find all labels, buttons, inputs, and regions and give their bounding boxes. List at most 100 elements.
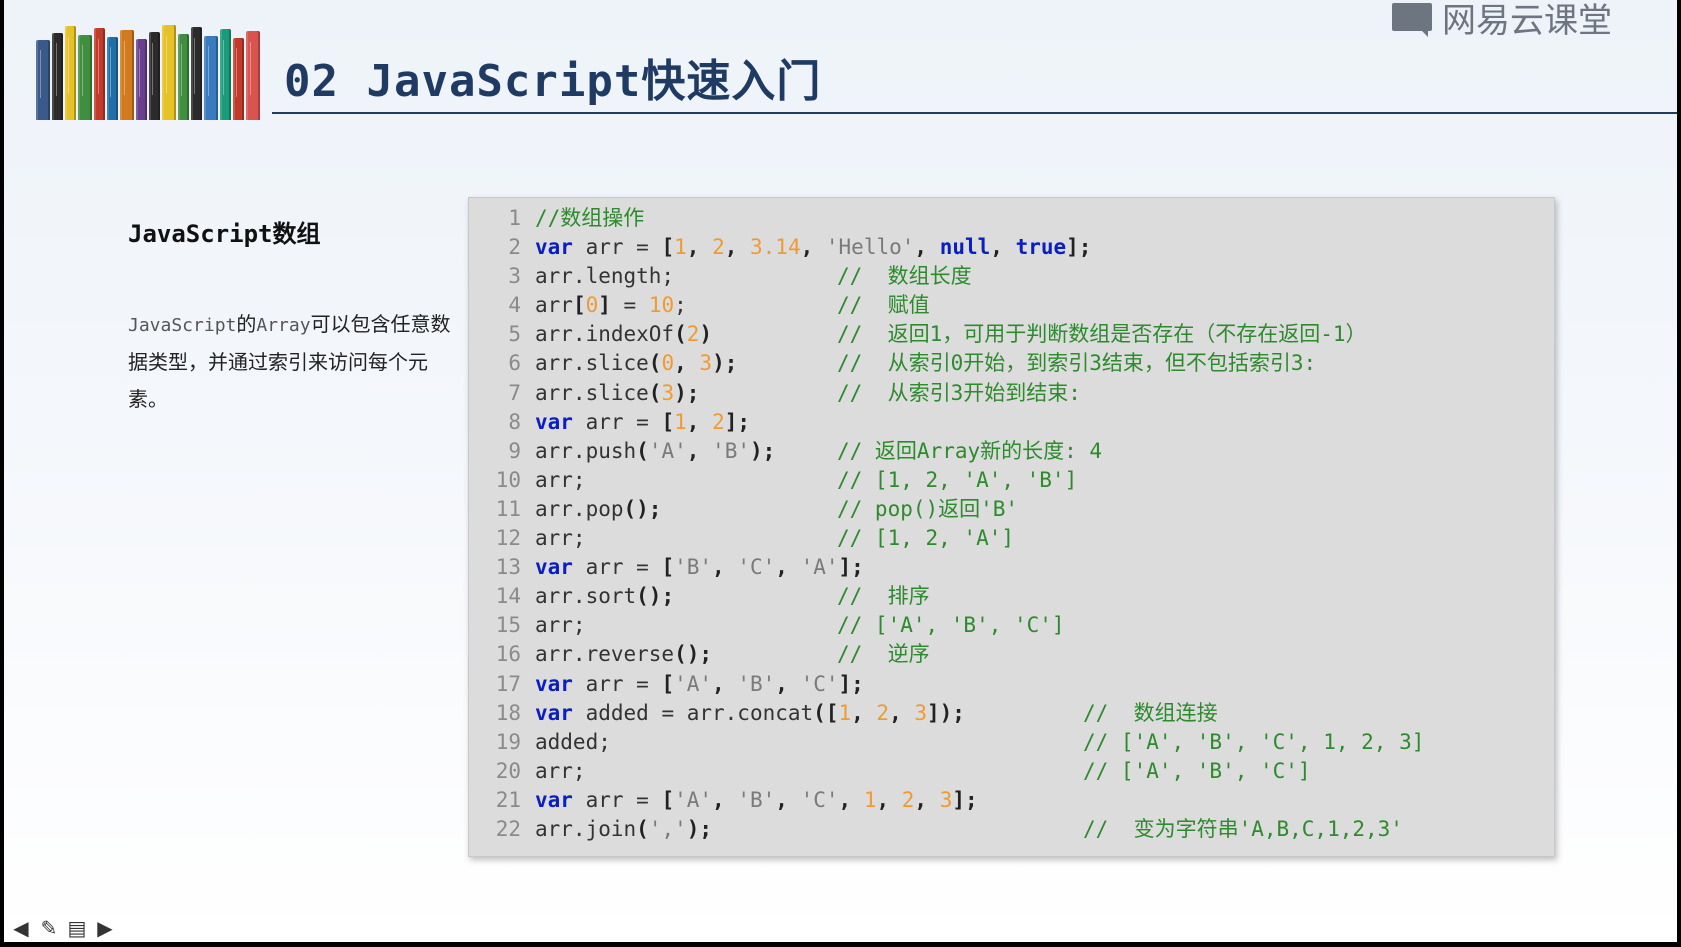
code-token: 1 [838, 700, 852, 725]
code-token: , [686, 235, 713, 260]
code-token: [ [572, 293, 586, 318]
code-token: var [535, 409, 573, 434]
code-token: ]; [1066, 235, 1092, 260]
book-spine [161, 25, 177, 120]
code-token: , [724, 235, 751, 260]
code-line: 9 arr.push('A', 'B'); // 返回Array新的长度: 4 [469, 437, 1554, 466]
code-line: 16 arr.reverse(); // 逆序 [469, 640, 1554, 669]
code-token: ',' [648, 816, 687, 841]
code-token: ( [648, 380, 662, 405]
code-token: added = arr.concat [572, 700, 814, 725]
brand-text: 网易云课堂 [1442, 0, 1612, 41]
code-token: ; [674, 293, 687, 318]
code-line: 18 var added = arr.concat([1, 2, 3]); // 数… [469, 699, 1554, 728]
book-spine [52, 33, 64, 120]
code-token: , [914, 235, 940, 260]
code-token: 1 [674, 235, 687, 260]
code-token: ( [674, 322, 687, 347]
code-token: 1 [863, 787, 877, 812]
code-token: arr.indexOf [535, 322, 675, 347]
book-spine [220, 29, 231, 120]
code-token: arr = [572, 409, 662, 434]
line-number: 18 [495, 700, 521, 725]
code-line: 4 arr[0] = 10; // 赋值 [469, 291, 1554, 320]
code-comment: // [1, 2, 'A'] [837, 526, 1015, 551]
menu-icon[interactable]: ▤ [66, 917, 88, 939]
description: JavaScript的Array可以包含任意数据类型，并通过索引来访问每个元素。 [128, 306, 453, 418]
book-spine [36, 40, 51, 120]
code-token: 'A' [800, 555, 839, 580]
arrow-left-icon[interactable]: ◀ [10, 917, 32, 939]
code-token: , [686, 409, 713, 434]
code-token: , [775, 555, 801, 580]
code-token: arr.sort [535, 584, 637, 609]
code-line: 6 arr.slice(0, 3); // 从索引0开始，到索引3结束，但不包括索引… [469, 349, 1554, 378]
code-line: 7 arr.slice(3); // 从索引3开始到结束: [469, 379, 1554, 408]
code-token: true [1015, 235, 1067, 260]
code-token: 3 [699, 351, 713, 376]
code-comment: // 赋值 [837, 293, 930, 318]
code-token: 'B' [737, 671, 776, 696]
code-token: ( [648, 351, 662, 376]
code-comment: // [1, 2, 'A', 'B'] [837, 467, 1078, 492]
code-token: arr.slice [535, 380, 649, 405]
code-comment: // 返回1，可用于判断数组是否存在（不存在返回-1） [837, 322, 1367, 347]
code-token: [ [661, 409, 675, 434]
code-token: ( [636, 816, 649, 841]
book-spine [190, 27, 202, 120]
code-line: 13 var arr = ['B', 'C', 'A']; [469, 553, 1554, 582]
code-comment: // 从索引0开始，到索引3结束，但不包括索引3: [837, 351, 1317, 376]
code-line: 15 arr; // ['A', 'B', 'C'] [469, 611, 1554, 640]
brand-watermark: 网易云课堂 [1392, 0, 1612, 41]
code-token: 'C' [737, 555, 776, 580]
book-spine [136, 39, 148, 120]
code-token: 2 [901, 787, 915, 812]
code-token: (); [674, 642, 713, 667]
code-token: arr = [572, 787, 662, 812]
code-line: 11 arr.pop(); // pop()返回'B' [469, 495, 1554, 524]
code-token: arr [535, 293, 573, 318]
code-token: ) [699, 322, 713, 347]
pen-icon[interactable]: ✎ [38, 917, 60, 939]
arrow-right-icon[interactable]: ▶ [94, 917, 116, 939]
line-number: 6 [508, 351, 521, 376]
line-number: 13 [495, 555, 521, 580]
code-token: ); [749, 438, 776, 463]
line-number: 8 [508, 409, 521, 434]
line-number: 16 [495, 642, 521, 667]
code-token: 'C' [800, 671, 839, 696]
code-token: (); [636, 584, 675, 609]
code-line: 8 var arr = [1, 2]; [469, 408, 1554, 437]
code-token: 3 [914, 700, 928, 725]
code-token: 2 [712, 409, 725, 434]
code-token: arr; [535, 526, 586, 551]
code-token: 'Hello' [825, 235, 915, 260]
code-token: added; [535, 729, 611, 754]
code-comment: // 返回Array新的长度: 4 [837, 438, 1103, 463]
code-token: ]; [838, 671, 864, 696]
code-token: ]; [724, 409, 751, 434]
book-logo-icon [1392, 3, 1432, 37]
code-token: ); [712, 351, 738, 376]
code-token: (); [623, 496, 662, 521]
code-line: 10 arr; // [1, 2, 'A', 'B'] [469, 466, 1554, 495]
line-number: 20 [495, 758, 521, 783]
code-token: 2 [712, 235, 725, 260]
code-comment: // ['A', 'B', 'C'] [837, 613, 1065, 638]
title-divider [272, 112, 1677, 114]
code-token: var [535, 671, 573, 696]
code-token: arr = [572, 555, 662, 580]
line-number: 21 [495, 787, 521, 812]
code-line: 2 var arr = [1, 2, 3.14, 'Hello', null, t… [469, 233, 1554, 262]
code-token: var [535, 787, 573, 812]
code-token: = [610, 293, 649, 318]
line-number: 22 [495, 816, 521, 841]
book-spine [203, 36, 219, 120]
books-logo [36, 24, 261, 120]
book-spine [94, 28, 106, 120]
line-number: 15 [495, 613, 521, 638]
book-spine [119, 30, 135, 120]
code-token: , [838, 787, 864, 812]
code-token: 'B' [712, 438, 750, 463]
code-comment: // 排序 [837, 584, 930, 609]
